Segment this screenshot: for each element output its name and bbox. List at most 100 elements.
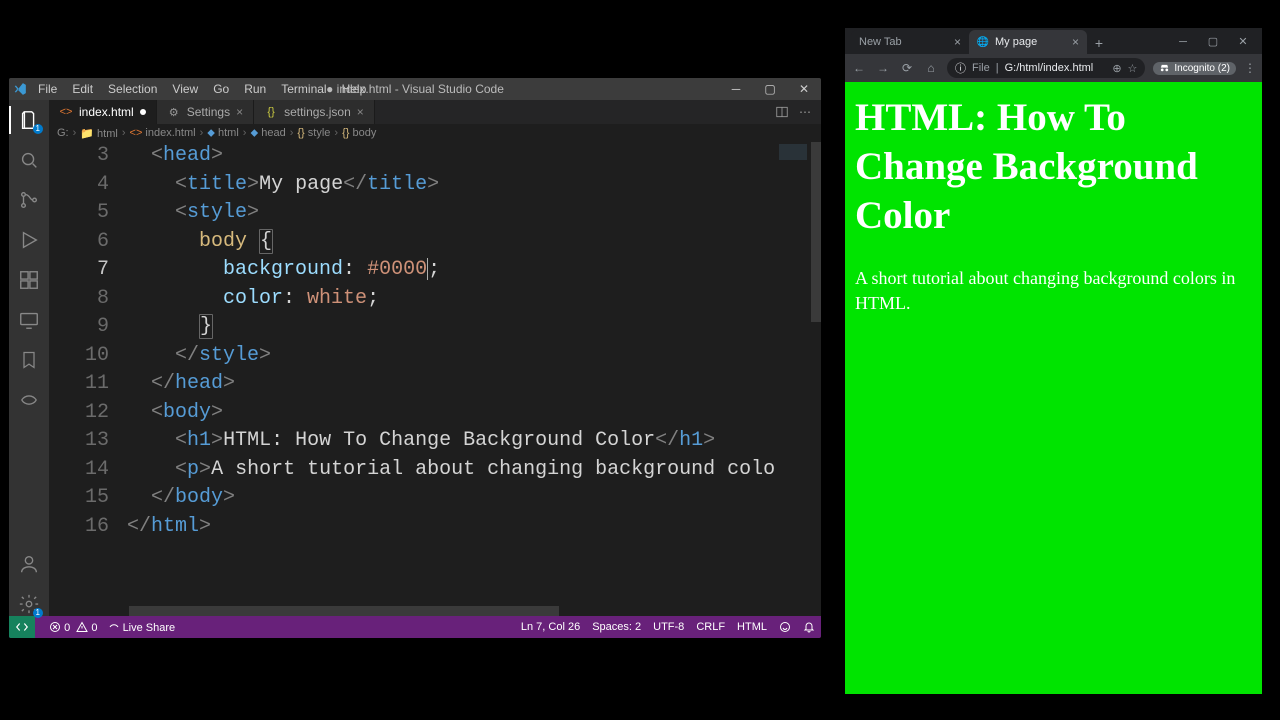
- menu-view[interactable]: View: [165, 79, 205, 99]
- breadcrumb-segment[interactable]: {} style: [297, 127, 330, 139]
- reload-button[interactable]: ⟳: [899, 61, 915, 75]
- modified-indicator-icon: [140, 109, 146, 115]
- menu-go[interactable]: Go: [206, 79, 236, 99]
- url-text: G:/html/index.html: [1005, 62, 1107, 74]
- more-actions-icon[interactable]: ⋯: [799, 105, 811, 119]
- activity-bar: 1 1: [9, 100, 49, 616]
- editor-tabs: <>index.html⚙Settings×{}settings.json×⋯: [49, 100, 821, 124]
- vscode-titlebar[interactable]: FileEditSelectionViewGoRunTerminalHelp ●…: [9, 78, 821, 100]
- editor-tab[interactable]: {}settings.json×: [254, 100, 375, 124]
- browser-minimize-button[interactable]: ─: [1168, 30, 1198, 54]
- explorer-icon[interactable]: 1: [17, 108, 41, 132]
- window-maximize-button[interactable]: ▢: [753, 78, 787, 100]
- status-eol[interactable]: CRLF: [696, 621, 725, 633]
- file-icon: ⓘ: [955, 60, 966, 76]
- window-close-button[interactable]: ✕: [787, 78, 821, 100]
- code-line[interactable]: }: [127, 313, 821, 342]
- code-line[interactable]: </html>: [127, 513, 821, 542]
- status-live-share[interactable]: Live Share: [108, 621, 176, 634]
- code-line[interactable]: <h1>HTML: How To Change Background Color…: [127, 427, 821, 456]
- breadcrumb-segment[interactable]: ⬥ html: [207, 127, 239, 140]
- incognito-badge[interactable]: Incognito (2): [1153, 62, 1236, 75]
- code-line[interactable]: </head>: [127, 370, 821, 399]
- browser-tab[interactable]: New Tab ×: [851, 30, 969, 54]
- menu-edit[interactable]: Edit: [65, 79, 100, 99]
- address-bar[interactable]: ⓘ File | G:/html/index.html ⊕ ☆: [947, 58, 1145, 78]
- menu-help[interactable]: Help: [335, 79, 374, 99]
- code-line[interactable]: body {: [127, 228, 821, 257]
- browser-maximize-button[interactable]: ▢: [1198, 30, 1228, 54]
- code-line[interactable]: background: #0000;: [127, 256, 821, 285]
- horizontal-scrollbar[interactable]: [49, 606, 821, 616]
- bookmark-star-icon[interactable]: ☆: [1128, 62, 1138, 75]
- line-number-gutter: 345678910111213141516: [49, 142, 127, 606]
- vscode-window: FileEditSelectionViewGoRunTerminalHelp ●…: [9, 78, 821, 638]
- gear-icon: ⚙: [167, 105, 181, 119]
- menu-selection[interactable]: Selection: [101, 79, 164, 99]
- status-feedback-icon[interactable]: [779, 621, 791, 633]
- settings-gear-icon[interactable]: 1: [17, 592, 41, 616]
- browser-close-button[interactable]: ✕: [1228, 30, 1258, 54]
- bookmarks-icon[interactable]: [17, 348, 41, 372]
- status-indent[interactable]: Spaces: 2: [592, 621, 641, 633]
- close-tab-icon[interactable]: ×: [954, 35, 961, 49]
- split-editor-icon[interactable]: [775, 105, 789, 119]
- tab-label: index.html: [79, 105, 134, 119]
- status-cursor-position[interactable]: Ln 7, Col 26: [521, 621, 580, 633]
- close-tab-icon[interactable]: ×: [357, 105, 364, 119]
- status-encoding[interactable]: UTF-8: [653, 621, 684, 633]
- code-line[interactable]: color: white;: [127, 285, 821, 314]
- breadcrumb-segment[interactable]: ⬥ head: [250, 127, 285, 140]
- code-line[interactable]: <style>: [127, 199, 821, 228]
- browser-menu-icon[interactable]: ⋮: [1244, 61, 1256, 75]
- forward-button[interactable]: →: [875, 61, 891, 75]
- search-icon[interactable]: [17, 148, 41, 172]
- breadcrumb-segment[interactable]: {} body: [342, 127, 376, 139]
- new-tab-button[interactable]: +: [1087, 32, 1111, 54]
- chevron-right-icon: ›: [122, 127, 126, 139]
- status-language[interactable]: HTML: [737, 621, 767, 633]
- menu-terminal[interactable]: Terminal: [274, 79, 333, 99]
- home-button[interactable]: ⌂: [923, 61, 939, 75]
- code-line[interactable]: </body>: [127, 484, 821, 513]
- remote-explorer-icon[interactable]: [17, 308, 41, 332]
- minimap[interactable]: [775, 142, 811, 606]
- code-line[interactable]: <body>: [127, 399, 821, 428]
- menu-run[interactable]: Run: [237, 79, 273, 99]
- chevron-right-icon: ›: [290, 127, 294, 139]
- editor-tab[interactable]: ⚙Settings×: [157, 100, 254, 124]
- browser-tab-label: New Tab: [859, 36, 902, 48]
- breadcrumb[interactable]: G:›📁 html›<> index.html›⬥ html›⬥ head›{}…: [49, 124, 821, 142]
- accounts-icon[interactable]: [17, 552, 41, 576]
- page-heading: HTML: How To Change Background Color: [855, 94, 1252, 240]
- run-debug-icon[interactable]: [17, 228, 41, 252]
- menu-file[interactable]: File: [31, 79, 64, 99]
- back-button[interactable]: ←: [851, 61, 867, 75]
- remote-indicator[interactable]: [9, 616, 35, 638]
- favicon-icon: 🌐: [977, 36, 989, 48]
- code-line[interactable]: </style>: [127, 342, 821, 371]
- breadcrumb-segment[interactable]: <> index.html: [130, 127, 196, 139]
- status-problems[interactable]: 0 0: [49, 621, 98, 634]
- html-file-icon: <>: [59, 105, 73, 119]
- search-in-page-icon[interactable]: ⊕: [1112, 62, 1121, 75]
- status-bell-icon[interactable]: [803, 621, 815, 633]
- tab-label: settings.json: [284, 105, 351, 119]
- close-tab-icon[interactable]: ×: [1072, 35, 1079, 49]
- extensions-icon[interactable]: [17, 268, 41, 292]
- breadcrumb-segment[interactable]: G:: [57, 127, 69, 139]
- code-line[interactable]: <title>My page</title>: [127, 171, 821, 200]
- source-control-icon[interactable]: [17, 188, 41, 212]
- close-tab-icon[interactable]: ×: [236, 105, 243, 119]
- browser-tab[interactable]: 🌐My page×: [969, 30, 1087, 54]
- code-line[interactable]: <p>A short tutorial about changing backg…: [127, 456, 821, 485]
- window-minimize-button[interactable]: ─: [719, 78, 753, 100]
- code-line[interactable]: <head>: [127, 142, 821, 171]
- live-share-icon[interactable]: [17, 388, 41, 412]
- editor-tab[interactable]: <> index.html: [49, 100, 157, 124]
- browser-toolbar: ← → ⟳ ⌂ ⓘ File | G:/html/index.html ⊕ ☆ …: [845, 54, 1262, 82]
- breadcrumb-segment[interactable]: 📁 html: [80, 127, 118, 140]
- code-editor[interactable]: 345678910111213141516 <head> <title>My p…: [49, 142, 821, 606]
- browser-tabstrip: New Tab×🌐My page× + ─ ▢ ✕: [845, 28, 1262, 54]
- vertical-scrollbar[interactable]: [811, 142, 821, 606]
